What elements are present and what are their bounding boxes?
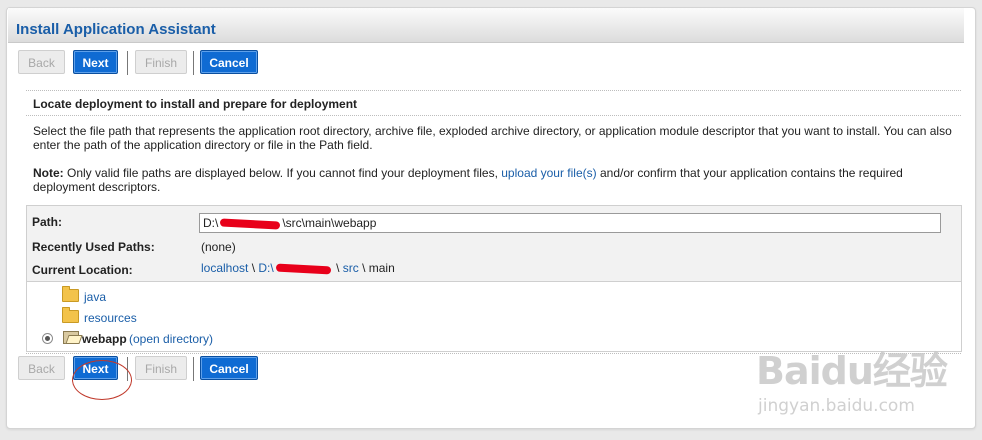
note-text: Note: Only valid file paths are displaye…	[33, 166, 953, 194]
watermark-logo: Baidu经验	[756, 349, 948, 393]
annotation-circle	[72, 360, 132, 400]
redaction-mark	[220, 218, 281, 230]
cancel-button[interactable]: Cancel	[200, 356, 258, 380]
finish-button[interactable]: Finish	[135, 356, 187, 380]
folder-icon	[62, 286, 79, 302]
crumb-separator: \	[248, 261, 259, 275]
radio-selected-icon[interactable]	[42, 333, 53, 344]
section-title: Locate deployment to install and prepare…	[33, 97, 358, 111]
path-input[interactable]: D:\ \src\main\webapp	[199, 213, 941, 233]
open-directory-link[interactable]: (open directory)	[129, 331, 213, 347]
upload-files-link[interactable]: upload your file(s)	[501, 166, 596, 180]
redaction-mark	[275, 263, 331, 275]
panel-header: Install Application Assistant	[8, 8, 964, 43]
note-label: Note:	[33, 166, 64, 180]
cancel-button[interactable]: Cancel	[200, 50, 258, 74]
crumb-localhost[interactable]: localhost	[201, 261, 248, 275]
crumb-src[interactable]: src	[343, 261, 359, 275]
open-folder-icon	[63, 331, 79, 344]
crumb-separator: \	[332, 261, 343, 275]
next-button[interactable]: Next	[73, 50, 118, 74]
tree-item-label: webapp	[82, 332, 127, 346]
back-button[interactable]: Back	[18, 50, 65, 74]
path-label: Path:	[32, 215, 62, 229]
tree-item-resources[interactable]: resources	[62, 307, 137, 326]
current-location-label: Current Location:	[32, 263, 133, 277]
crumb-drive[interactable]: D:\	[258, 261, 332, 275]
path-suffix: \src\main\webapp	[282, 216, 377, 230]
tree-item-java[interactable]: java	[62, 286, 106, 305]
finish-button[interactable]: Finish	[135, 50, 187, 74]
note-body-1: Only valid file paths are displayed belo…	[63, 166, 502, 180]
watermark: Baidu经验 jingyan.baidu.com	[756, 340, 956, 430]
watermark-url: jingyan.baidu.com	[758, 396, 915, 416]
folder-icon	[62, 307, 79, 323]
crumb-current: main	[368, 261, 395, 275]
path-fields: Path: D:\ \src\main\webapp Recently Used …	[27, 206, 961, 282]
description-text: Select the file path that represents the…	[33, 124, 952, 152]
divider	[26, 115, 961, 116]
panel-title: Install Application Assistant	[16, 21, 216, 38]
divider	[26, 90, 961, 91]
tree-item-webapp[interactable]: webapp (open directory)	[27, 331, 327, 347]
back-button[interactable]: Back	[18, 356, 65, 380]
recently-used-value: (none)	[201, 240, 236, 254]
crumb-separator: \	[358, 261, 369, 275]
deployment-form: Path: D:\ \src\main\webapp Recently Used …	[26, 205, 962, 352]
toolbar-separator	[193, 51, 194, 75]
toolbar-separator	[193, 357, 194, 381]
recently-used-label: Recently Used Paths:	[32, 240, 155, 254]
tree-item-label[interactable]: resources	[84, 311, 137, 325]
current-location-breadcrumb: localhost \ D:\ \ src \ main	[201, 261, 395, 275]
tree-item-label[interactable]: java	[84, 290, 106, 304]
toolbar-separator	[127, 51, 128, 75]
